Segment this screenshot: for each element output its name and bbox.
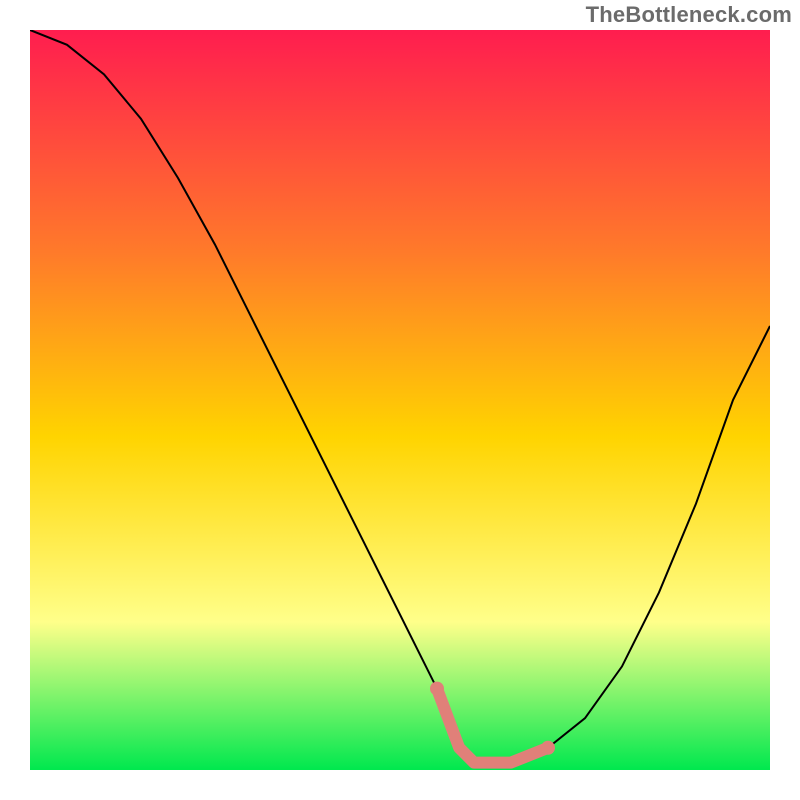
- highlight-dot-right: [541, 741, 555, 755]
- chart-panel: [30, 30, 770, 770]
- gradient-background: [30, 30, 770, 770]
- watermark-text: TheBottleneck.com: [586, 2, 792, 28]
- stage: TheBottleneck.com: [0, 0, 800, 800]
- chart-svg: [30, 30, 770, 770]
- highlight-dot-left: [430, 682, 444, 696]
